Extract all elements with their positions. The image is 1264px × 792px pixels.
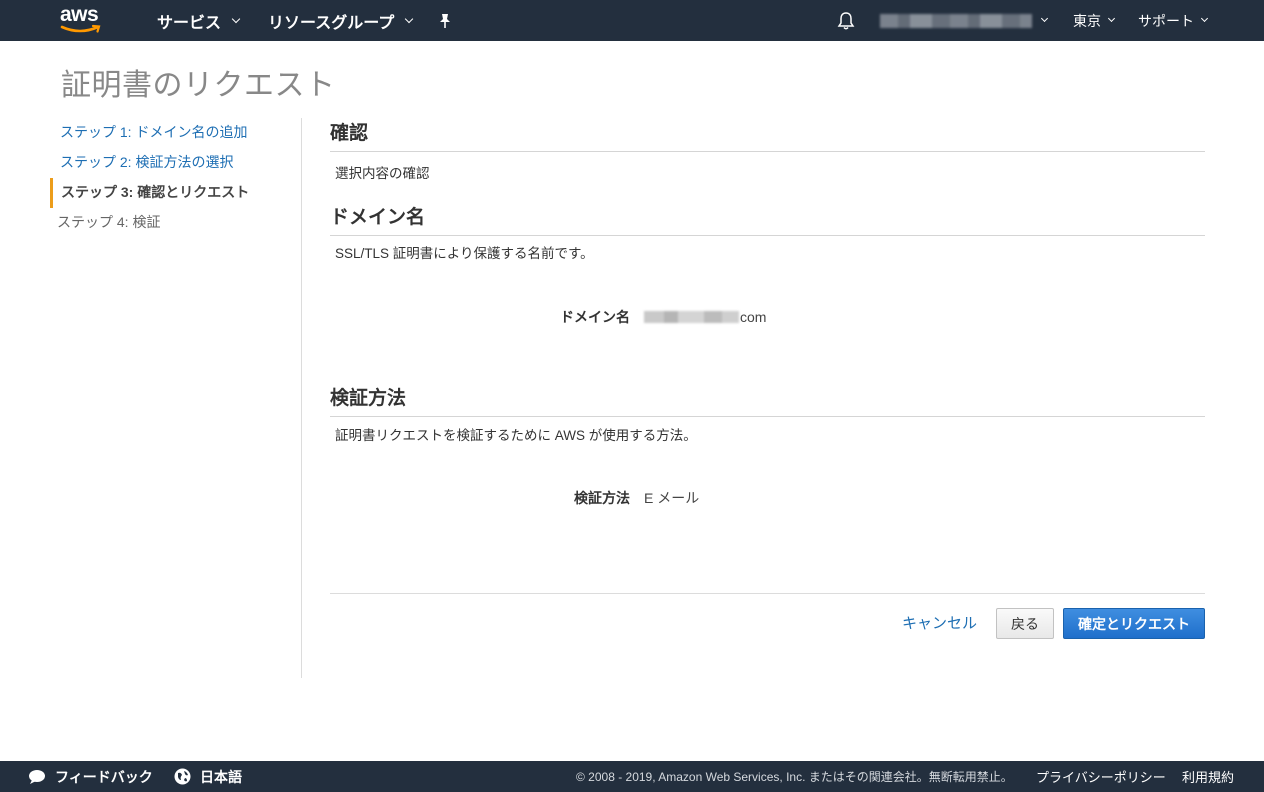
pin-button[interactable] xyxy=(438,0,452,41)
chevron-down-icon xyxy=(1107,14,1116,23)
language-label: 日本語 xyxy=(200,768,242,785)
step-4: ステップ 4: 検証 xyxy=(57,214,161,230)
step-2-link[interactable]: ステップ 2: 検証方法の選択 xyxy=(50,148,302,178)
region-menu[interactable]: 東京 xyxy=(1073,0,1116,41)
domain-field-value: com xyxy=(644,309,766,325)
resource-groups-menu[interactable]: リソースグループ xyxy=(268,0,414,41)
validation-heading: 検証方法 xyxy=(330,383,1205,417)
copyright-text: © 2008 - 2019, Amazon Web Services, Inc.… xyxy=(576,770,1013,784)
validation-field: 検証方法 E メール xyxy=(574,488,699,508)
domain-suffix: com xyxy=(740,309,767,325)
page-title: 証明書のリクエスト xyxy=(61,69,336,102)
domain-field-label: ドメイン名 xyxy=(560,309,630,325)
privacy-policy-link[interactable]: プライバシーポリシー xyxy=(1036,761,1166,792)
bell-icon[interactable] xyxy=(836,11,856,31)
review-heading: 確認 xyxy=(330,118,1205,152)
confirm-and-request-button[interactable]: 確定とリクエスト xyxy=(1063,608,1205,639)
validation-description: 証明書リクエストを検証するために AWS が使用する方法。 xyxy=(335,428,697,443)
aws-logo[interactable]: aws xyxy=(60,3,106,36)
back-button[interactable]: 戻る xyxy=(996,608,1054,639)
domain-heading: ドメイン名 xyxy=(330,202,1205,236)
steps-divider xyxy=(301,118,302,678)
step-1-link[interactable]: ステップ 1: ドメイン名の追加 xyxy=(50,118,302,148)
resource-groups-label: リソースグループ xyxy=(268,14,395,32)
pin-icon xyxy=(440,13,450,28)
domain-description: SSL/TLS 証明書により保護する名前です。 xyxy=(335,246,594,261)
wizard-steps: ステップ 1: ドメイン名の追加 ステップ 2: 検証方法の選択 ステップ 3:… xyxy=(50,118,302,238)
support-label: サポート xyxy=(1138,12,1194,29)
account-menu[interactable] xyxy=(1034,0,1052,41)
aws-smile-icon xyxy=(60,24,101,33)
services-menu[interactable]: サービス xyxy=(157,0,241,41)
language-selector[interactable]: 日本語 xyxy=(174,761,242,792)
support-menu[interactable]: サポート xyxy=(1138,0,1209,41)
chevron-down-icon xyxy=(1040,14,1049,23)
region-label: 東京 xyxy=(1073,12,1101,29)
chevron-down-icon xyxy=(1200,14,1209,23)
chevron-down-icon xyxy=(405,14,414,23)
services-label: サービス xyxy=(157,14,222,32)
globe-icon xyxy=(174,768,191,785)
chevron-down-icon xyxy=(231,14,241,23)
review-description: 選択内容の確認 xyxy=(335,166,430,181)
domain-field: ドメイン名 com xyxy=(560,307,766,327)
cancel-link[interactable]: キャンセル xyxy=(902,612,977,633)
step-3-current: ステップ 3: 確認とリクエスト xyxy=(50,178,302,208)
terms-link[interactable]: 利用規約 xyxy=(1182,761,1234,792)
top-navigation-bar: aws サービス リソースグループ 東京 サポート xyxy=(0,0,1264,41)
aws-logo-text: aws xyxy=(60,3,99,26)
feedback-button[interactable]: フィードバック xyxy=(28,761,153,792)
feedback-label: フィードバック xyxy=(55,768,153,785)
validation-field-label: 検証方法 xyxy=(574,490,630,506)
actions-divider xyxy=(330,593,1205,594)
domain-redacted xyxy=(644,311,739,323)
account-name-redacted[interactable] xyxy=(880,14,1032,28)
validation-field-value: E メール xyxy=(644,490,700,506)
speech-bubble-icon xyxy=(29,769,45,784)
footer-bar: フィードバック 日本語 © 2008 - 2019, Amazon Web Se… xyxy=(0,761,1264,792)
